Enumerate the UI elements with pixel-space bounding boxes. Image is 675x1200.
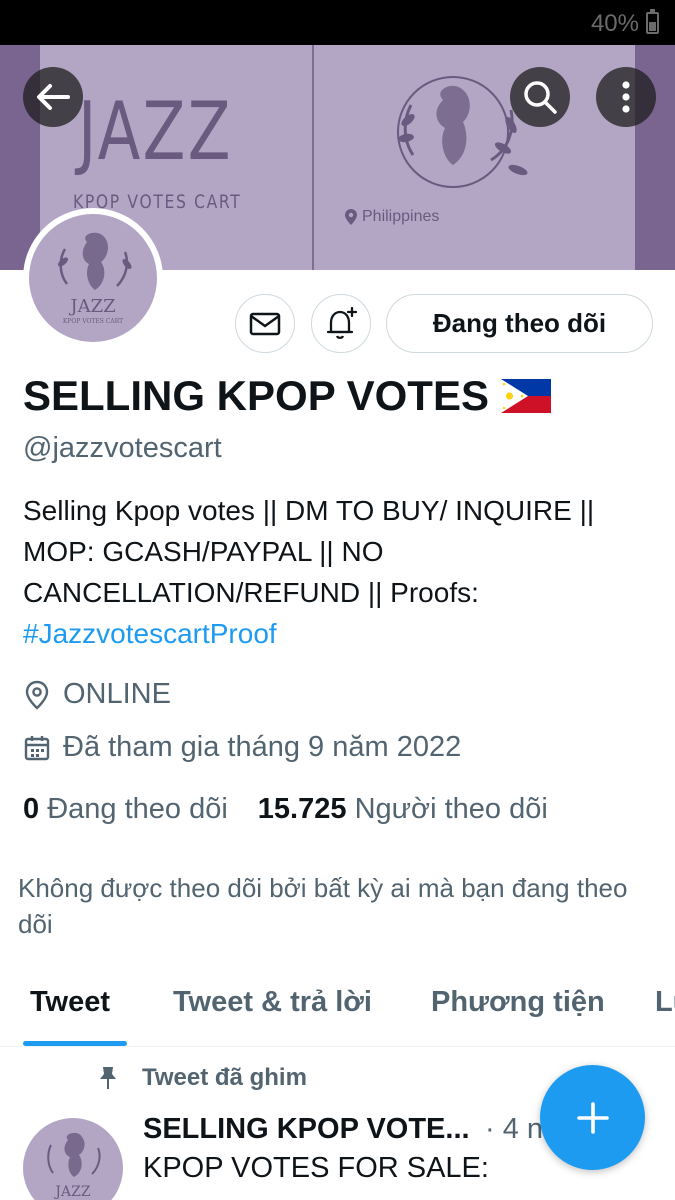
tab-tweets[interactable]: Tweet (30, 986, 110, 1019)
bell-plus-icon (326, 306, 358, 339)
location-pin-icon (345, 209, 357, 225)
tab-likes[interactable]: Lư (655, 986, 675, 1019)
avatar-subtitle: KPOP VOTES CART (63, 318, 123, 325)
back-button[interactable] (23, 67, 83, 127)
status-bar: 40% (0, 0, 675, 45)
followers-you-know-note: Không được theo dõi bởi bất kỳ ai mà bạn… (18, 873, 628, 939)
followers-link[interactable]: 15.725 Người theo dõi (258, 793, 548, 826)
pin-icon (100, 1067, 116, 1089)
banner-title: JAZZ (78, 85, 233, 178)
message-button[interactable] (235, 294, 295, 353)
avatar-title: JAZZ (68, 296, 115, 317)
profile-location: ONLINE (23, 678, 171, 711)
jazz-logo-icon: JAZZ KPOP VOTES CART (58, 232, 132, 325)
philippines-flag-icon (500, 379, 551, 413)
tweet-author-avatar[interactable]: JAZZ (23, 1118, 123, 1200)
tweet-text[interactable]: KPOP VOTES FOR SALE: (143, 1152, 489, 1185)
pinned-label-text: Tweet đã ghim (142, 1064, 307, 1091)
location-text: ONLINE (63, 678, 171, 710)
mail-icon (249, 312, 281, 335)
active-tab-indicator (23, 1041, 127, 1046)
calendar-icon (24, 735, 50, 760)
following-button[interactable]: Đang theo dõi (386, 294, 653, 353)
tweet-timestamp[interactable]: · 4 n (485, 1113, 543, 1146)
jazz-logo-icon: JAZZ (47, 1132, 101, 1200)
tab-media[interactable]: Phương tiện (431, 986, 605, 1019)
location-pin-icon (25, 680, 49, 710)
following-count: 0 (23, 793, 40, 825)
back-arrow-icon (37, 84, 70, 110)
tweet-avatar-title: JAZZ (53, 1184, 90, 1200)
avatar-image: JAZZ KPOP VOTES CART (29, 214, 157, 342)
bio-text: Selling Kpop votes || DM TO BUY/ INQUIRE… (23, 495, 595, 608)
profile-handle: @jazzvotescart (23, 432, 222, 464)
battery-icon (646, 9, 659, 34)
following-link[interactable]: 0 Đang theo dõi (23, 793, 228, 826)
tweet-author-name[interactable]: SELLING KPOP VOTE... (143, 1113, 470, 1146)
profile-joined-date: Đã tham gia tháng 9 năm 2022 (23, 731, 461, 764)
joined-text: Đã tham gia tháng 9 năm 2022 (63, 731, 462, 763)
pinned-tweet-label: Tweet đã ghim (96, 1064, 307, 1092)
plus-icon (576, 1101, 609, 1134)
follow-counts: 0 Đang theo dõi 15.725 Người theo dõi (23, 793, 548, 826)
more-options-button[interactable] (596, 67, 656, 127)
banner-location: Philippines (345, 208, 439, 226)
woman-wreath-logo-icon (397, 76, 528, 188)
compose-tweet-button[interactable] (540, 1065, 645, 1170)
banner-location-text: Philippines (362, 208, 440, 225)
notifications-button[interactable] (311, 294, 371, 353)
tab-tweets-replies[interactable]: Tweet & trả lời (173, 986, 372, 1019)
display-name: SELLING KPOP VOTES (23, 372, 551, 420)
followers-count: 15.725 (257, 793, 347, 825)
search-button[interactable] (510, 67, 570, 127)
banner-divider (312, 45, 314, 270)
search-icon (524, 81, 557, 114)
profile-tabs: Tweet Tweet & trả lời Phương tiện Lư (0, 970, 675, 1047)
more-vertical-icon (622, 81, 630, 113)
following-label: Đang theo dõi (47, 793, 228, 825)
profile-bio: Selling Kpop votes || DM TO BUY/ INQUIRE… (23, 490, 653, 654)
battery-percentage: 40% (590, 10, 639, 37)
bio-hashtag-link[interactable]: #JazzvotescartProof (23, 618, 277, 649)
profile-avatar[interactable]: JAZZ KPOP VOTES CART (23, 208, 163, 348)
display-name-text: SELLING KPOP VOTES (23, 372, 489, 419)
followers-label: Người theo dõi (354, 793, 548, 825)
